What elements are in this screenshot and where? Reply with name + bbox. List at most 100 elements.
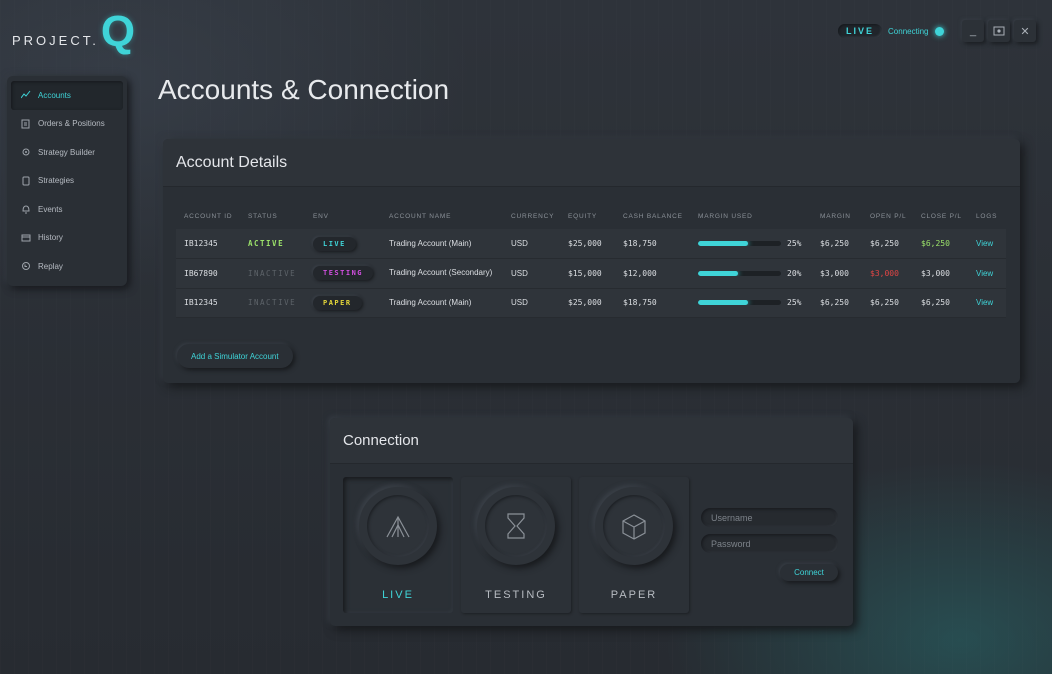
account-details-panel: Account Details ACCOUNT ID STATUS ENV AC… <box>163 139 1020 383</box>
margin-used-bar <box>698 300 781 306</box>
sidebar-item-history[interactable]: History <box>11 224 123 253</box>
cash-balance: $18,750 <box>615 288 690 318</box>
margin-used-cell: 25% <box>690 229 812 259</box>
env-option-live[interactable]: LIVE <box>343 477 453 613</box>
margin-used-bar <box>698 270 781 276</box>
env-option-live-circle <box>359 487 437 565</box>
sidebar-item-label: Strategies <box>38 176 75 186</box>
cube-icon <box>622 514 646 540</box>
margin-used-value: 25% <box>787 298 802 308</box>
view-logs-link[interactable]: View <box>968 288 1006 318</box>
minimize-icon: _ <box>969 25 977 37</box>
status-badge: INACTIVE <box>240 258 305 289</box>
env-cell: LIVE <box>305 229 381 259</box>
env-option-paper[interactable]: PAPER <box>579 477 689 613</box>
margin: $6,250 <box>812 288 862 318</box>
connection-title: Connection <box>330 418 853 464</box>
view-logs-link[interactable]: View <box>968 258 1006 289</box>
accounts-table: ACCOUNT ID STATUS ENV ACCOUNT NAME CURRE… <box>176 203 1006 318</box>
cash-balance: $18,750 <box>615 229 690 259</box>
close-icon: ✕ <box>1020 25 1030 38</box>
margin-used-fill <box>698 270 738 276</box>
connection-status-dot <box>934 26 944 36</box>
view-logs-link[interactable]: View <box>968 229 1006 259</box>
column-header: ACCOUNT NAME <box>389 212 452 220</box>
strategies-icon <box>21 176 31 186</box>
maximize-button[interactable] <box>988 20 1010 42</box>
equity: $15,000 <box>560 258 615 289</box>
account-name: Trading Account (Main) <box>381 229 503 259</box>
strategy-builder-icon <box>21 147 31 157</box>
connect-button[interactable]: Connect <box>780 564 838 581</box>
close-button[interactable]: ✕ <box>1014 20 1036 42</box>
table-row: IB67890 INACTIVE TESTING Trading Account… <box>176 258 1006 289</box>
connection-status-bar: LIVE Connecting <box>838 24 944 38</box>
table-row: IB12345 INACTIVE PAPER Trading Account (… <box>176 288 1006 318</box>
account-id: IB67890 <box>176 258 240 289</box>
sidebar-item-label: Accounts <box>38 90 71 100</box>
env-cell: TESTING <box>305 258 381 289</box>
margin-used-fill <box>698 241 748 246</box>
account-details-title: Account Details <box>163 139 1020 187</box>
margin-used-fill <box>698 300 748 306</box>
column-header: ENV <box>313 212 329 220</box>
column-header: EQUITY <box>568 212 597 220</box>
env-cell: PAPER <box>305 288 381 318</box>
connection-panel: Connection LIVE TESTING PAPER Username P… <box>330 418 853 626</box>
currency: USD <box>503 258 560 289</box>
accounts-icon <box>21 90 31 100</box>
account-name: Trading Account (Main) <box>381 288 503 318</box>
table-row: IB12345 ACTIVE LIVE Trading Account (Mai… <box>176 229 1006 259</box>
open-pl: $6,250 <box>862 288 913 318</box>
history-icon <box>21 233 31 243</box>
connection-status-text: Connecting <box>888 26 929 36</box>
env-option-testing[interactable]: TESTING <box>461 477 571 613</box>
env-badge: PAPER <box>313 295 362 310</box>
equity: $25,000 <box>560 288 615 318</box>
margin-used-cell: 25% <box>690 288 812 318</box>
sidebar: Accounts Orders & Positions Strategy Bui… <box>7 76 127 286</box>
column-header: MARGIN <box>820 212 851 220</box>
sidebar-item-replay[interactable]: Replay <box>11 252 123 281</box>
open-pl: $6,250 <box>862 229 913 259</box>
live-icon <box>386 515 410 538</box>
margin: $3,000 <box>812 258 862 289</box>
sidebar-item-events[interactable]: Events <box>11 195 123 224</box>
cash-balance: $12,000 <box>615 258 690 289</box>
sidebar-item-strategies[interactable]: Strategies <box>11 167 123 196</box>
sidebar-item-orders[interactable]: Orders & Positions <box>11 110 123 139</box>
table-header-row: ACCOUNT ID STATUS ENV ACCOUNT NAME CURRE… <box>176 203 1006 229</box>
column-header: CLOSE P/L <box>921 212 962 220</box>
sidebar-item-label: Orders & Positions <box>38 119 105 129</box>
live-badge: LIVE <box>838 24 883 38</box>
password-field[interactable]: Password <box>701 534 838 553</box>
margin: $6,250 <box>812 229 862 259</box>
maximize-icon <box>993 26 1005 36</box>
env-option-label: TESTING <box>485 589 547 601</box>
env-option-label: LIVE <box>382 589 414 601</box>
minimize-button[interactable]: _ <box>962 20 984 42</box>
currency: USD <box>503 288 560 318</box>
logo-letter: Q <box>100 7 136 56</box>
sidebar-item-accounts[interactable]: Accounts <box>11 81 123 110</box>
sidebar-item-label: Replay <box>38 261 63 271</box>
orders-icon <box>21 119 31 129</box>
env-badge: TESTING <box>313 266 374 281</box>
account-name: Trading Account (Secondary) <box>381 258 503 289</box>
replay-icon <box>21 261 31 271</box>
equity: $25,000 <box>560 229 615 259</box>
env-option-paper-circle <box>595 487 673 565</box>
username-field[interactable]: Username <box>701 508 838 527</box>
column-header: STATUS <box>248 212 278 220</box>
sidebar-item-strategy-builder[interactable]: Strategy Builder <box>11 138 123 167</box>
open-pl: $3,000 <box>862 258 913 289</box>
env-option-label: PAPER <box>610 589 658 601</box>
window-controls: _ ✕ <box>962 20 1036 42</box>
add-simulator-account-button[interactable]: Add a Simulator Account <box>177 344 293 368</box>
close-pl: $3,000 <box>913 258 968 289</box>
column-header: LOGS <box>976 212 998 220</box>
currency: USD <box>503 229 560 259</box>
logo-text: PROJECT. <box>12 33 99 48</box>
status-badge: INACTIVE <box>240 288 305 318</box>
bell-icon <box>21 204 31 214</box>
